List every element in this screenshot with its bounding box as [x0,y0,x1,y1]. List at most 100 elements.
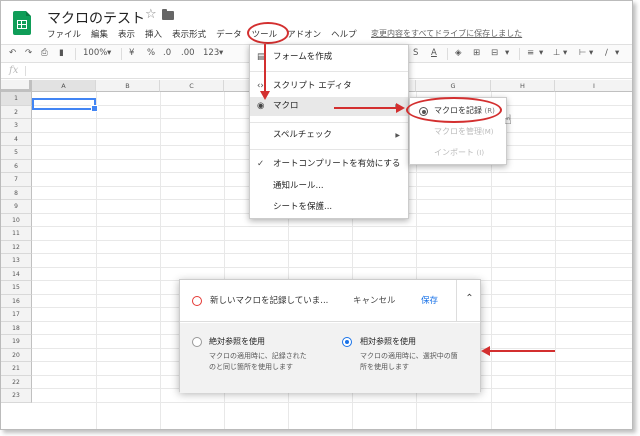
row-header[interactable]: 13 [1,254,32,268]
grid-line [32,253,632,254]
menu-file[interactable]: ファイル [47,28,81,41]
column-header[interactable]: A [32,80,96,92]
annotation-arrowhead [481,346,490,356]
menu-item-spellcheck[interactable]: スペルチェック ▶ [250,126,408,145]
row-header[interactable]: 19 [1,335,32,349]
menu-view[interactable]: 表示 [118,28,135,41]
text-color-button[interactable]: A [431,48,437,58]
row-header[interactable]: 15 [1,281,32,295]
annotation-arrow [489,350,555,352]
grid-line [32,401,632,403]
row-header[interactable]: 5 [1,146,32,160]
collapse-button[interactable]: ⌃ [456,280,482,322]
wrap-icon[interactable]: ⊢ [579,48,586,58]
menu-edit[interactable]: 編集 [91,28,108,41]
annotation-arrowhead [396,103,405,113]
save-button[interactable]: 保存 [421,294,438,306]
menu-insert[interactable]: 挿入 [145,28,162,41]
menu-item-protect-sheet[interactable]: シートを保護... [250,198,408,217]
toolbar-divider [121,48,122,60]
menu-data[interactable]: データ [216,28,242,41]
grid-line [32,266,632,268]
relative-reference-radio[interactable] [342,337,352,347]
menu-item-create-form[interactable]: ▤ フォームを作成 [250,48,408,67]
column-header[interactable]: I [555,80,632,92]
sheets-logo-icon[interactable] [13,11,31,35]
row-header[interactable]: 2 [1,105,32,119]
row-header[interactable]: 4 [1,132,32,146]
column-header[interactable]: G [416,80,491,92]
folder-icon[interactable] [162,9,174,20]
annotation-oval [247,22,289,44]
submenu-item-manage-macros: マクロを管理(M) [410,122,506,142]
row-header[interactable]: 10 [1,213,32,227]
zoom-select[interactable]: 100% [83,48,107,58]
row-header[interactable]: 1 [1,92,32,106]
menu-addons[interactable]: アドオン [287,28,321,41]
strikethrough-icon[interactable]: S [413,48,418,58]
document-title[interactable]: マクロのテスト [47,8,145,28]
row-header[interactable]: 22 [1,375,32,389]
row-header[interactable]: 11 [1,227,32,241]
menu-help[interactable]: ヘルプ [331,28,357,41]
chevron-down-icon[interactable]: ▾ [107,48,111,58]
menu-bar: ファイル 編集 表示 挿入 表示形式 データ ツール アドオン ヘルプ [47,28,367,41]
print-icon[interactable]: ⎙ [41,48,48,58]
borders-icon[interactable]: ⊞ [473,48,480,58]
chevron-down-icon[interactable]: ▾ [563,48,567,58]
row-header[interactable]: 21 [1,362,32,376]
column-header[interactable]: B [96,80,160,92]
menu-format[interactable]: 表示形式 [172,28,206,41]
undo-icon[interactable]: ↶ [9,48,16,58]
row-header[interactable]: 8 [1,186,32,200]
chevron-down-icon[interactable]: ▾ [219,48,223,58]
save-status-link[interactable]: 変更内容をすべてドライブに保存しました [371,28,522,39]
check-icon: ✓ [257,159,265,169]
increase-decimal-button[interactable]: .00 [181,48,195,58]
chevron-down-icon[interactable]: ▾ [589,48,593,58]
row-header[interactable]: 23 [1,389,32,403]
rotate-text-icon[interactable]: ∕ [605,48,608,58]
absolute-reference-radio[interactable] [192,337,202,347]
redo-icon[interactable]: ↷ [25,48,32,58]
chevron-down-icon[interactable]: ▾ [539,48,543,58]
align-icon[interactable]: ≡ [527,48,534,58]
menu-item-script-editor[interactable]: ‹› スクリプト エディタ [250,77,408,96]
menu-item-label: オートコンプリートを有効にする [273,159,401,169]
fill-color-icon[interactable]: ◈ [455,48,462,58]
currency-button[interactable]: ¥ [129,48,134,58]
toolbar-divider [519,48,520,60]
row-header[interactable]: 14 [1,267,32,281]
number-format-button[interactable]: 123 [203,48,219,58]
row-header[interactable]: 3 [1,119,32,133]
row-header[interactable]: 12 [1,240,32,254]
menu-item-autocomplete[interactable]: ✓ オートコンプリートを有効にする [250,155,408,174]
menu-divider [250,122,408,123]
star-icon[interactable]: ☆ [145,7,157,22]
chevron-down-icon[interactable]: ▾ [505,48,509,58]
decrease-decimal-button[interactable]: .0 [163,48,171,58]
macro-panel-header: 新しいマクロを記録していま... キャンセル 保存 ⌃ [180,280,480,322]
row-header[interactable]: 9 [1,200,32,214]
chevron-down-icon[interactable]: ▾ [615,48,619,58]
paint-format-icon[interactable]: ▮ [59,48,64,58]
merge-cells-icon[interactable]: ⊟ [491,48,498,58]
row-header[interactable]: 18 [1,321,32,335]
percent-button[interactable]: % [147,48,155,58]
row-header[interactable]: 17 [1,308,32,322]
column-header[interactable]: C [160,80,224,92]
menu-item-notification-rules[interactable]: 通知ルール... [250,177,408,196]
active-cell-a1[interactable] [32,98,98,112]
row-header[interactable]: 7 [1,173,32,187]
row-header[interactable]: 6 [1,159,32,173]
column-header[interactable]: H [491,80,555,92]
select-all-corner[interactable] [1,80,32,92]
row-header[interactable]: 16 [1,294,32,308]
chevron-up-icon: ⌃ [465,293,474,304]
grid-line [160,92,161,429]
menu-item-label: 通知ルール... [273,181,324,191]
valign-icon[interactable]: ⊥ [553,48,560,58]
row-header[interactable]: 20 [1,348,32,362]
cancel-button[interactable]: キャンセル [353,294,396,306]
menu-divider [250,71,408,72]
